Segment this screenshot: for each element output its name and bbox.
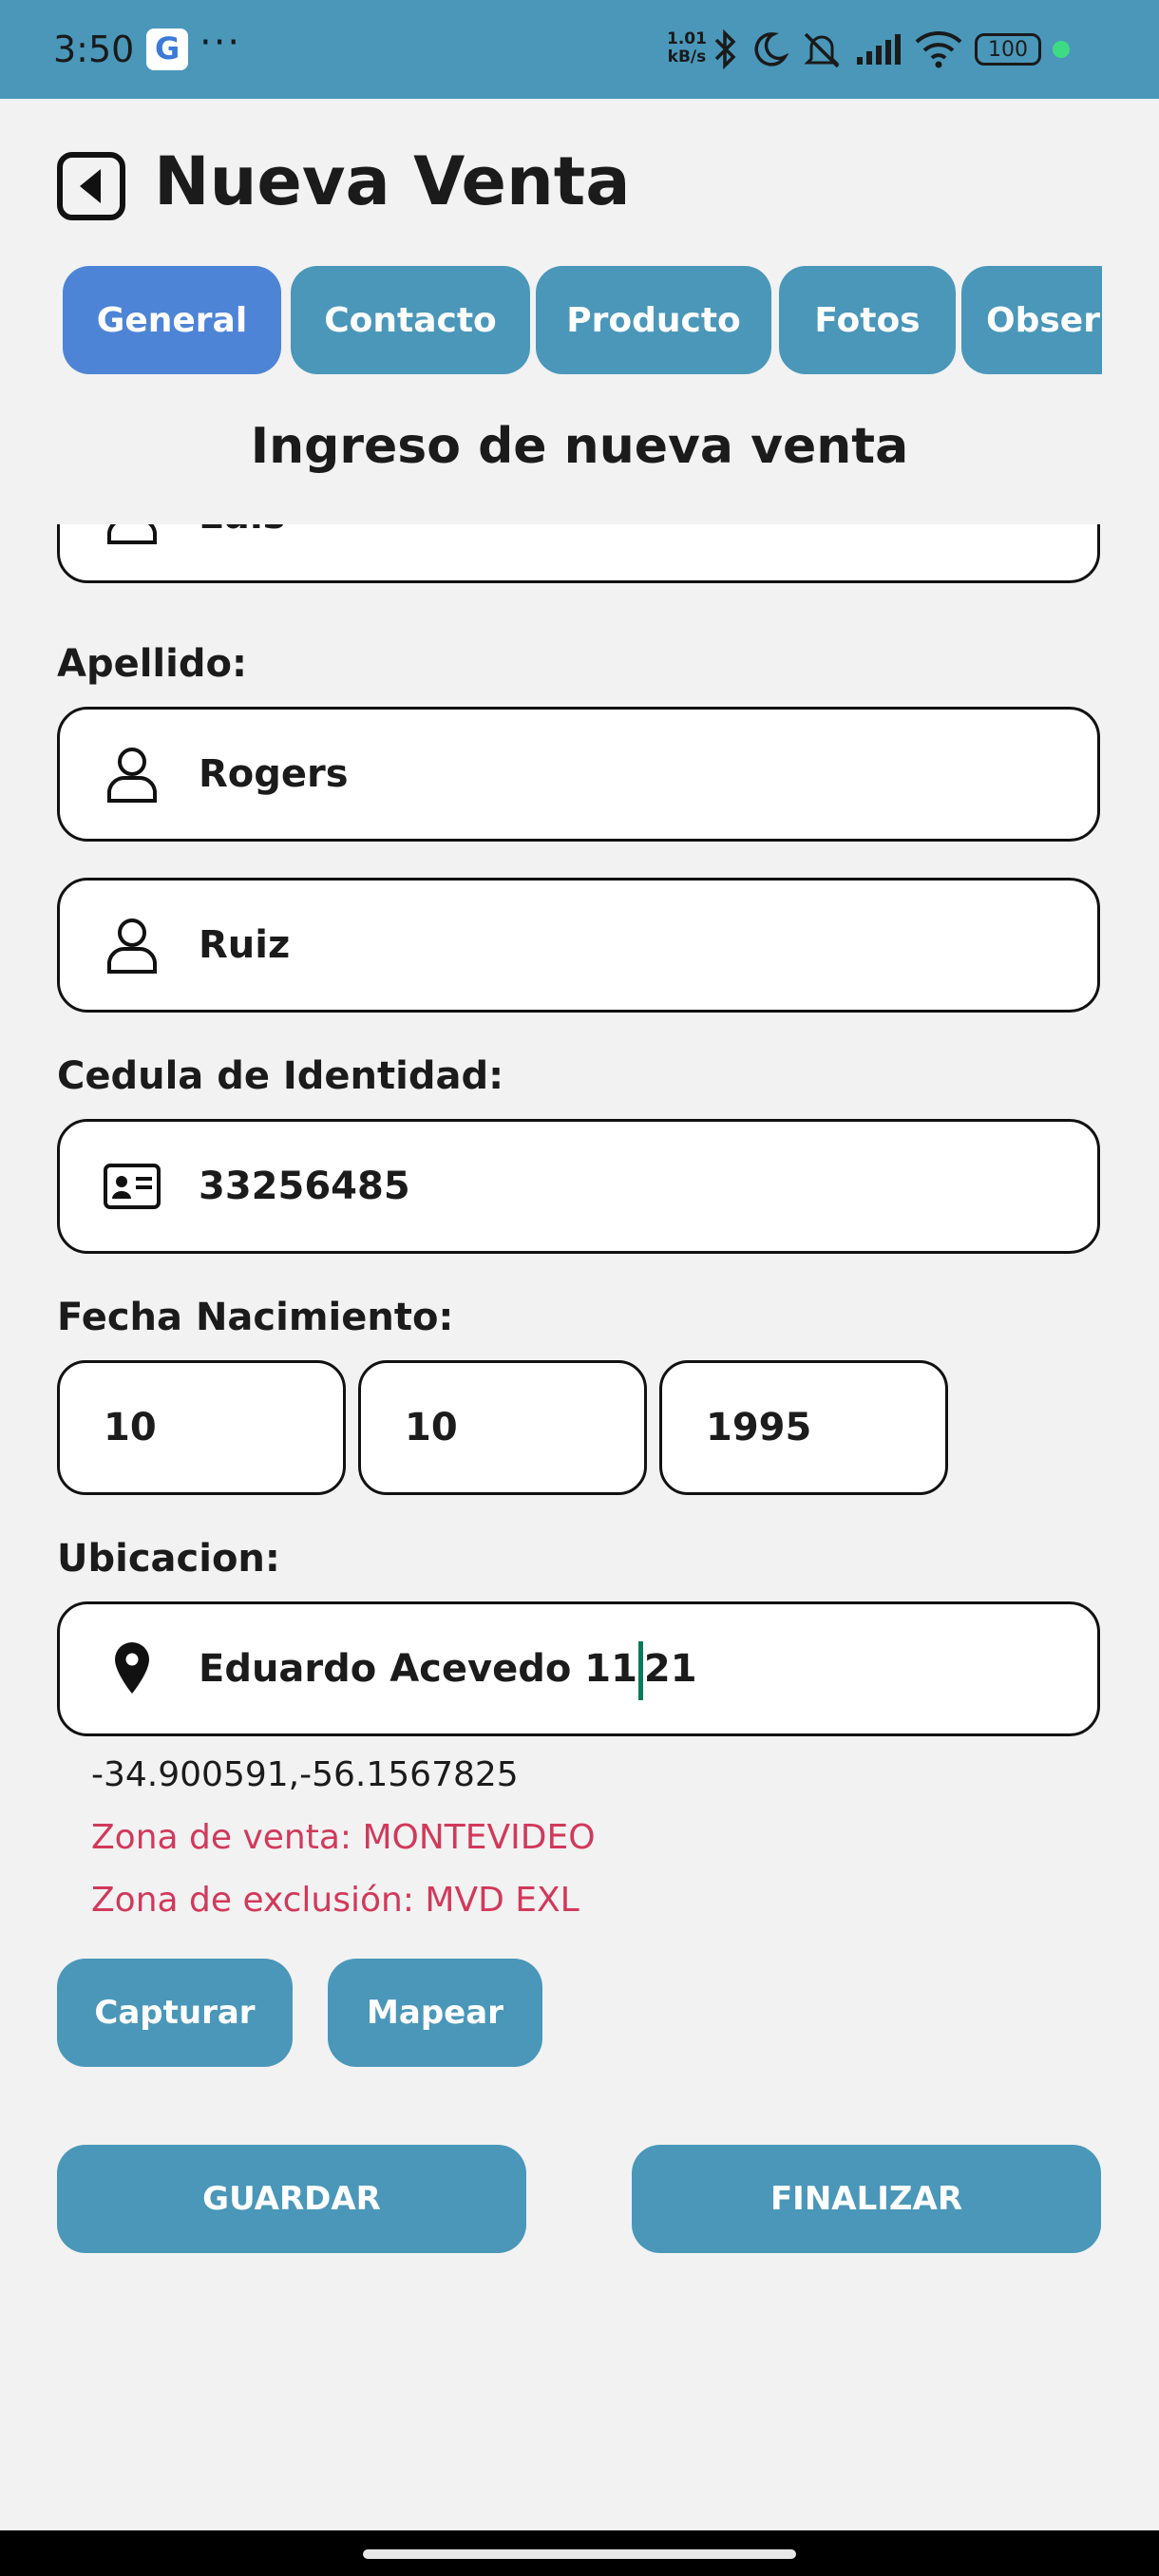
- nombre-field[interactable]: Luis: [57, 524, 1100, 583]
- segundo-apellido-value: Ruiz: [199, 923, 291, 967]
- id-card-icon: [104, 1164, 161, 1209]
- wifi-icon: [915, 31, 962, 68]
- fecha-dia-value: 10: [104, 1406, 157, 1449]
- tab-producto[interactable]: Producto: [536, 266, 771, 374]
- battery-icon: 100: [975, 33, 1041, 66]
- fecha-mes-field[interactable]: 10: [358, 1360, 647, 1495]
- apellido-label: Apellido:: [57, 642, 247, 686]
- capturar-button[interactable]: Capturar: [57, 1959, 293, 2067]
- back-button[interactable]: [57, 152, 125, 220]
- person-icon: [107, 524, 157, 544]
- coordinates-text: -34.900591,-56.1567825: [91, 1755, 519, 1794]
- fecha-anio-field[interactable]: 1995: [659, 1360, 948, 1495]
- ubicacion-text-after-cursor: 21: [643, 1647, 697, 1691]
- location-pin-icon: [115, 1642, 149, 1694]
- fecha-nacimiento-label: Fecha Nacimiento:: [57, 1296, 454, 1339]
- tab-bar: General Contacto Producto Fotos Obser: [61, 266, 1102, 376]
- status-time: 3:50: [53, 28, 135, 70]
- form-scroll-area[interactable]: Luis Apellido: Rogers Ruiz Cedula de Ide…: [0, 524, 1159, 2530]
- person-icon: [107, 919, 157, 974]
- ubicacion-field[interactable]: Eduardo Acevedo 11 21: [57, 1601, 1100, 1736]
- nombre-value: Luis: [199, 524, 285, 580]
- page-title: Nueva Venta: [154, 142, 631, 220]
- ubicacion-value: Eduardo Acevedo 11 21: [199, 1604, 697, 1733]
- privacy-indicator-icon: [1053, 41, 1070, 58]
- person-icon: [107, 748, 157, 803]
- signal-icon: [857, 34, 901, 65]
- tab-general[interactable]: General: [63, 266, 281, 374]
- battery-level: 100: [988, 37, 1028, 62]
- fecha-mes-value: 10: [405, 1406, 458, 1449]
- navigation-bar: [0, 2530, 1159, 2576]
- home-gesture-handle[interactable]: [363, 2549, 796, 2559]
- network-speed-value: 1.01: [667, 29, 707, 48]
- apellido-value: Rogers: [199, 752, 349, 796]
- finalizar-button[interactable]: FINALIZAR: [632, 2145, 1101, 2253]
- ubicacion-text-before-cursor: Eduardo Acevedo 11: [199, 1647, 637, 1691]
- moon-icon: [754, 32, 788, 66]
- status-bar: 3:50 G ··· 1.01 kB/s 100: [0, 0, 1159, 99]
- guardar-button[interactable]: GUARDAR: [57, 2145, 526, 2253]
- mapear-button[interactable]: Mapear: [328, 1959, 542, 2067]
- cedula-value: 33256485: [199, 1165, 410, 1208]
- bluetooth-icon: [714, 29, 736, 69]
- google-icon-letter: G: [155, 30, 180, 66]
- network-speed: 1.01 kB/s: [667, 30, 707, 66]
- status-icons: 100: [712, 25, 1070, 74]
- segundo-apellido-field[interactable]: Ruiz: [57, 878, 1100, 1013]
- more-notifications-icon: ···: [200, 21, 242, 65]
- tab-contacto[interactable]: Contacto: [291, 266, 530, 374]
- ubicacion-label: Ubicacion:: [57, 1537, 280, 1581]
- tab-fotos[interactable]: Fotos: [779, 266, 956, 374]
- section-title: Ingreso de nueva venta: [250, 418, 909, 475]
- fecha-dia-field[interactable]: 10: [57, 1360, 346, 1495]
- tab-observaciones[interactable]: Obser: [961, 266, 1102, 374]
- apellido-field[interactable]: Rogers: [57, 707, 1100, 842]
- text-cursor: [637, 1641, 643, 1700]
- back-arrow-icon: [80, 169, 101, 203]
- mute-icon: [804, 32, 840, 68]
- network-speed-unit: kB/s: [667, 47, 707, 66]
- google-icon: G: [146, 28, 188, 70]
- cedula-label: Cedula de Identidad:: [57, 1054, 504, 1098]
- zona-exclusion-text: Zona de exclusión: MVD EXL: [91, 1881, 580, 1920]
- fecha-anio-value: 1995: [706, 1406, 812, 1449]
- zona-venta-text: Zona de venta: MONTEVIDEO: [91, 1818, 596, 1857]
- cedula-field[interactable]: 33256485: [57, 1119, 1100, 1254]
